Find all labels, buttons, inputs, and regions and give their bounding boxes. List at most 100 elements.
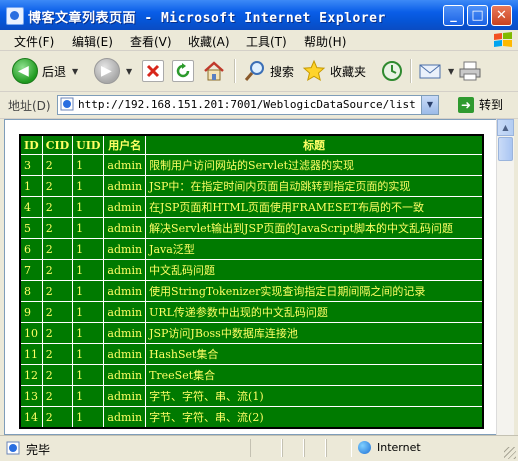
cell-id: 12 — [19, 364, 43, 386]
cell-id: 8 — [19, 280, 43, 302]
table-row: 8 2 1 admin 使用StringTokenizer实现查询指定日期间隔之间的记录 — [19, 280, 484, 302]
history-button[interactable] — [380, 57, 404, 85]
cell-id: 11 — [19, 343, 43, 365]
resize-grip[interactable] — [504, 447, 516, 459]
cell-title: 使用StringTokenizer实现查询指定日期间隔之间的记录 — [145, 280, 484, 302]
header-cid: CID — [41, 134, 74, 155]
address-input[interactable]: http://192.168.151.201:7001/WeblogicData… — [57, 95, 439, 115]
ie-app-icon — [6, 7, 24, 25]
cell-username: admin — [103, 196, 147, 218]
cell-title: 限制用户访问网站的Servlet过滤器的实现 — [145, 154, 484, 176]
window-title: 博客文章列表页面 - Microsoft Internet Explorer — [28, 11, 386, 26]
cell-title: 字节、字符、串、流(1) — [145, 385, 484, 407]
articles-table: ID CID UID 用户名 标题 3 2 1 admin 限制用户访问网站的Servl… — [19, 134, 485, 429]
cell-username: admin — [103, 385, 147, 407]
cell-id: 1 — [19, 175, 43, 197]
star-icon — [302, 59, 326, 82]
cell-uid: 1 — [72, 343, 105, 365]
cell-uid: 1 — [72, 280, 105, 302]
header-username: 用户名 — [103, 134, 147, 155]
back-dropdown-icon[interactable]: ▼ — [72, 67, 78, 76]
cell-id: 7 — [19, 259, 43, 281]
cell-title: JSP中：在指定时间内页面自动跳转到指定页面的实现 — [145, 175, 484, 197]
print-button[interactable] — [458, 57, 482, 85]
menu-file[interactable]: 文件(F) — [14, 33, 54, 50]
cell-username: admin — [103, 343, 147, 365]
forward-dropdown-icon[interactable]: ▼ — [126, 67, 132, 76]
status-text: 完毕 — [26, 443, 51, 457]
cell-username: admin — [103, 301, 147, 323]
table-header-row: ID CID UID 用户名 标题 — [19, 134, 484, 155]
address-bar: 地址(D) http://192.168.151.201:7001/Weblog… — [0, 92, 518, 119]
stop-button[interactable] — [142, 57, 164, 85]
cell-uid: 1 — [72, 364, 105, 386]
header-uid: UID — [72, 134, 105, 155]
cell-uid: 1 — [72, 385, 105, 407]
favorites-label: 收藏夹 — [330, 64, 367, 79]
vertical-scrollbar[interactable]: ▲ — [496, 119, 514, 435]
address-url[interactable]: http://192.168.151.201:7001/WeblogicData… — [78, 98, 416, 111]
page-content: ID CID UID 用户名 标题 3 2 1 admin 限制用户访问网站的Servl… — [4, 119, 498, 435]
cell-title: Java泛型 — [145, 238, 484, 260]
menu-help[interactable]: 帮助(H) — [304, 33, 346, 50]
mail-button[interactable]: ▼ — [418, 57, 454, 85]
minimize-button[interactable]: _ — [443, 5, 464, 26]
cell-cid: 2 — [41, 175, 74, 197]
cell-cid: 2 — [41, 154, 74, 176]
cell-id: 5 — [19, 217, 43, 239]
cell-username: admin — [103, 364, 147, 386]
menu-view[interactable]: 查看(V) — [130, 33, 172, 50]
scroll-thumb[interactable] — [498, 137, 513, 161]
menu-favorites[interactable]: 收藏(A) — [188, 33, 230, 50]
search-icon — [244, 61, 264, 81]
back-button[interactable]: ◀ 后退 ▼ — [12, 57, 78, 85]
cell-id: 4 — [19, 196, 43, 218]
mail-icon — [419, 64, 441, 79]
cell-username: admin — [103, 322, 147, 344]
cell-cid: 2 — [41, 343, 74, 365]
menu-edit[interactable]: 编辑(E) — [72, 33, 113, 50]
home-icon — [204, 61, 224, 81]
cell-cid: 2 — [41, 364, 74, 386]
search-button[interactable]: 搜索 — [244, 57, 294, 85]
table-row: 11 2 1 admin HashSet集合 — [19, 343, 484, 365]
table-row: 4 2 1 admin 在JSP页面和HTML页面使用FRAMESET布局的不一致 — [19, 196, 484, 218]
cell-uid: 1 — [72, 301, 105, 323]
cell-cid: 2 — [41, 196, 74, 218]
cell-uid: 1 — [72, 322, 105, 344]
table-row: 14 2 1 admin 字节、字符、串、流(2) — [19, 406, 484, 429]
cell-id: 3 — [19, 154, 43, 176]
address-dropdown-icon[interactable]: ▼ — [421, 96, 438, 114]
cell-uid: 1 — [72, 175, 105, 197]
cell-id: 10 — [19, 322, 43, 344]
back-arrow-icon: ◀ — [12, 58, 38, 84]
table-row: 10 2 1 admin JSP访问JBoss中数据库连接池 — [19, 322, 484, 344]
cell-id: 13 — [19, 385, 43, 407]
cell-uid: 1 — [72, 196, 105, 218]
close-button[interactable]: ✕ — [491, 5, 512, 26]
cell-title: 解决Servlet输出到JSP页面的JavaScript脚本的中文乱码问题 — [145, 217, 484, 239]
history-icon — [382, 61, 402, 81]
go-button[interactable]: ➜ 转到 — [458, 96, 503, 113]
forward-button[interactable]: ▶ ▼ — [94, 57, 132, 85]
cell-username: admin — [103, 154, 147, 176]
cell-cid: 2 — [41, 238, 74, 260]
table-row: 1 2 1 admin JSP中：在指定时间内页面自动跳转到指定页面的实现 — [19, 175, 484, 197]
zone-label: Internet — [377, 441, 421, 454]
cell-username: admin — [103, 406, 147, 429]
scroll-up-arrow-icon[interactable]: ▲ — [497, 119, 514, 136]
cell-cid: 2 — [41, 385, 74, 407]
table-row: 13 2 1 admin 字节、字符、串、流(1) — [19, 385, 484, 407]
refresh-button[interactable] — [172, 57, 194, 85]
favorites-button[interactable]: 收藏夹 — [302, 57, 366, 85]
cell-username: admin — [103, 175, 147, 197]
menu-tools[interactable]: 工具(T) — [246, 33, 287, 50]
cell-uid: 1 — [72, 406, 105, 429]
cell-username: admin — [103, 238, 147, 260]
mail-dropdown-icon[interactable]: ▼ — [448, 67, 454, 76]
back-label: 后退 — [42, 64, 67, 79]
globe-icon — [358, 441, 371, 454]
windows-logo-icon — [494, 32, 512, 47]
maximize-button[interactable]: □ — [467, 5, 488, 26]
home-button[interactable] — [202, 57, 226, 85]
